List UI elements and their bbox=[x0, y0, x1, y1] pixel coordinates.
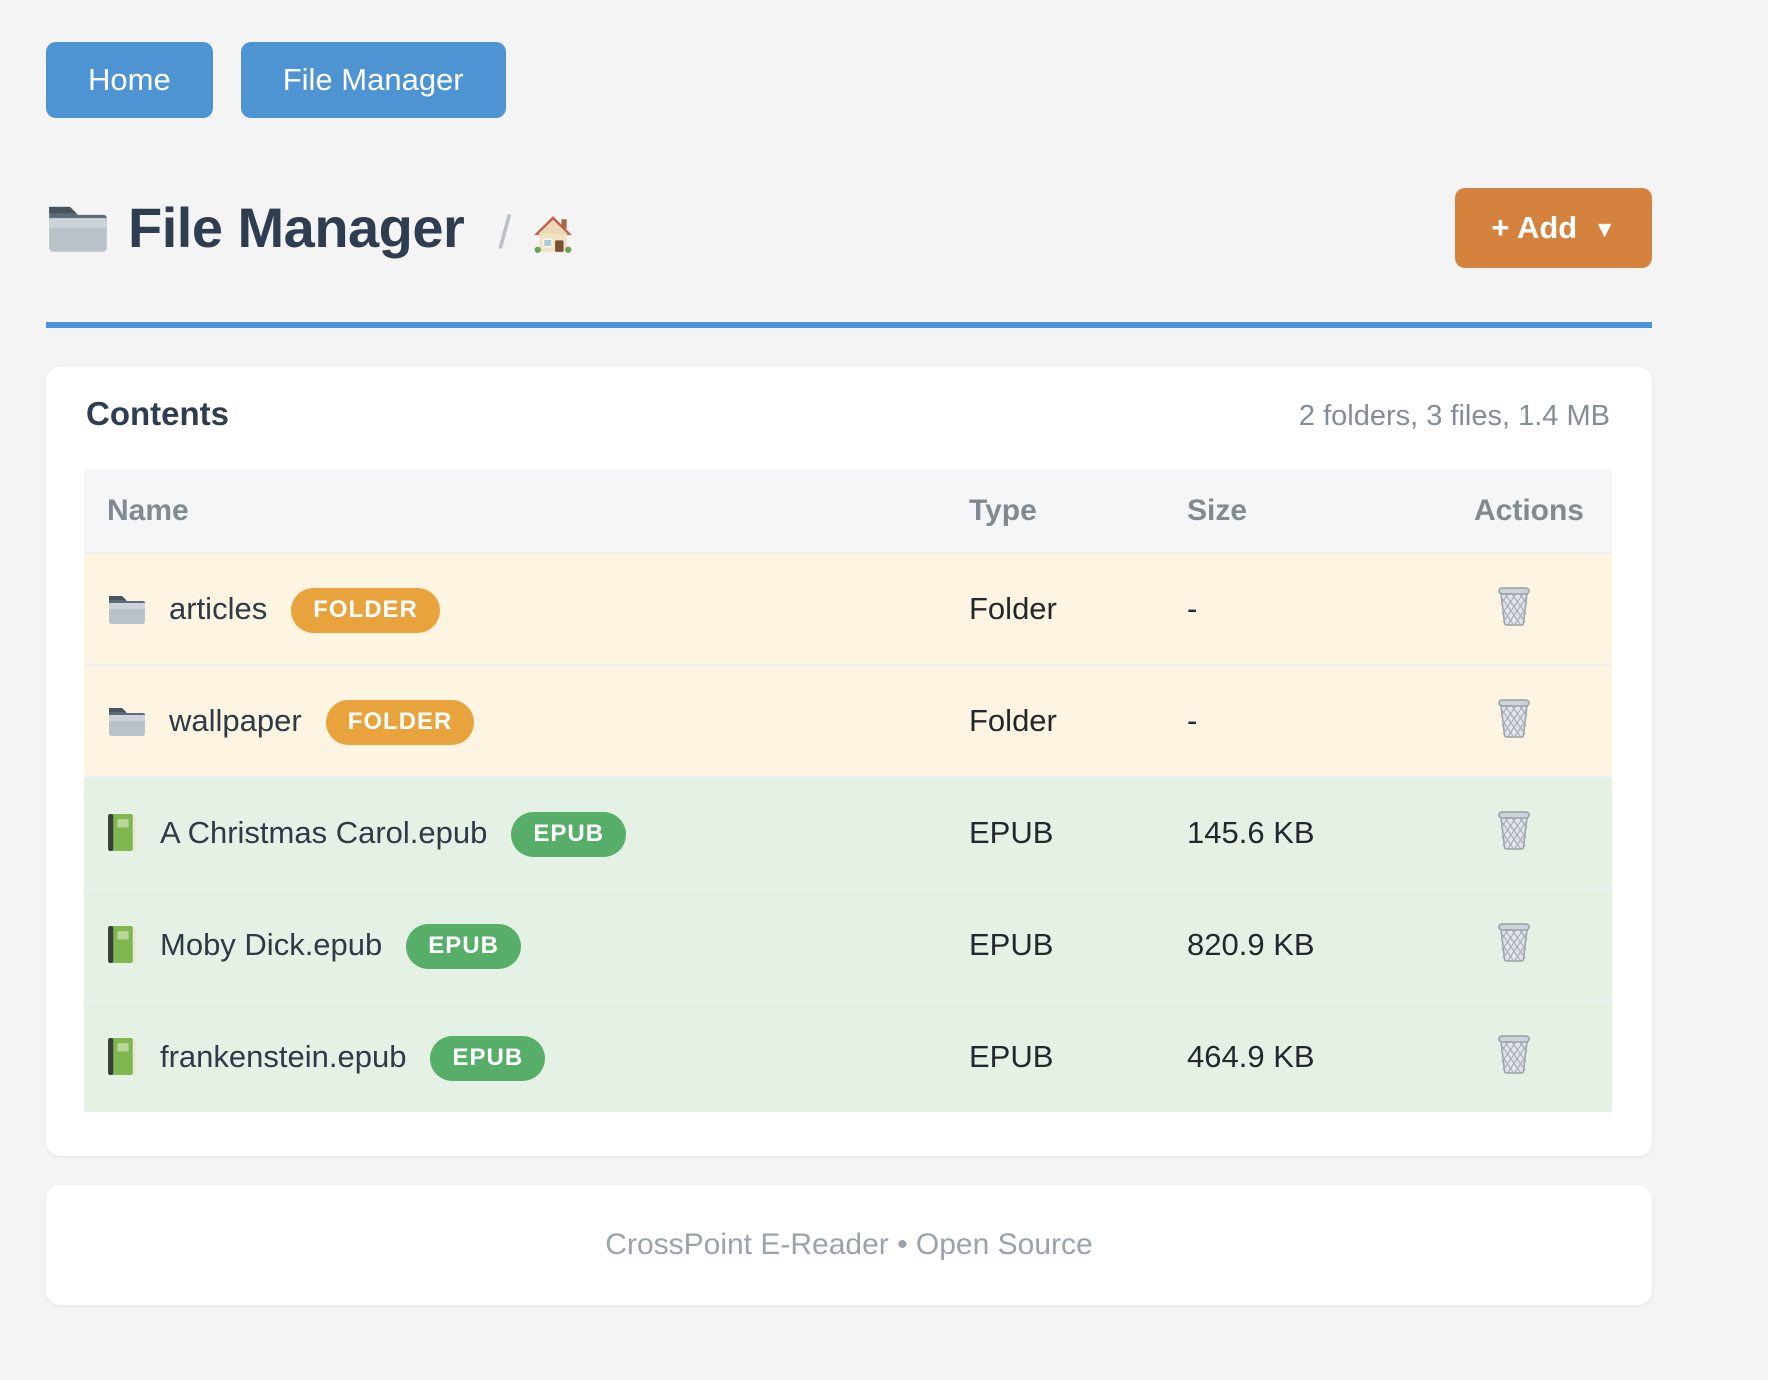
row-name-link[interactable]: wallpaper bbox=[169, 703, 302, 739]
name-cell: articles FOLDER bbox=[84, 587, 969, 632]
actions-cell bbox=[1441, 1032, 1612, 1082]
trash-icon bbox=[1496, 950, 1532, 965]
delete-button[interactable] bbox=[1496, 920, 1532, 962]
add-button-label: + Add bbox=[1491, 210, 1577, 246]
actions-cell bbox=[1441, 584, 1612, 634]
row-name-link[interactable]: frankenstein.epub bbox=[160, 1039, 406, 1075]
delete-button[interactable] bbox=[1496, 584, 1532, 626]
size-cell: - bbox=[1187, 591, 1441, 627]
contents-summary: 2 folders, 3 files, 1.4 MB bbox=[1299, 400, 1610, 433]
size-cell: 820.9 KB bbox=[1187, 927, 1441, 963]
type-cell: EPUB bbox=[969, 1039, 1187, 1075]
name-cell: Moby Dick.epub EPUB bbox=[84, 923, 969, 968]
trash-icon bbox=[1496, 726, 1532, 741]
type-badge: EPUB bbox=[430, 1036, 545, 1081]
nav-home-button[interactable]: Home bbox=[46, 42, 213, 118]
actions-cell bbox=[1441, 696, 1612, 746]
table-row: articles FOLDER Folder - bbox=[84, 552, 1612, 664]
folder-icon bbox=[107, 593, 147, 626]
trash-icon bbox=[1496, 1062, 1532, 1077]
size-cell: - bbox=[1187, 703, 1441, 739]
contents-card: Contents 2 folders, 3 files, 1.4 MB Name… bbox=[46, 367, 1652, 1156]
table-row: wallpaper FOLDER Folder - bbox=[84, 664, 1612, 776]
book-icon bbox=[107, 814, 138, 852]
type-cell: Folder bbox=[969, 591, 1187, 627]
actions-cell bbox=[1441, 920, 1612, 970]
footer-text: CrossPoint E-Reader • Open Source bbox=[605, 1228, 1092, 1262]
column-header-size: Size bbox=[1187, 494, 1441, 528]
actions-cell bbox=[1441, 808, 1612, 858]
nav-file-manager-button[interactable]: File Manager bbox=[241, 42, 506, 118]
row-name-link[interactable]: articles bbox=[169, 591, 267, 627]
name-cell: A Christmas Carol.epub EPUB bbox=[84, 811, 969, 856]
page: Home File Manager File Manager / bbox=[0, 0, 1768, 1305]
type-badge: FOLDER bbox=[326, 700, 475, 745]
row-name-link[interactable]: Moby Dick.epub bbox=[160, 927, 382, 963]
home-icon[interactable] bbox=[533, 215, 573, 253]
book-icon bbox=[107, 1038, 138, 1076]
trash-icon bbox=[1496, 614, 1532, 629]
breadcrumb: / bbox=[498, 201, 573, 255]
column-header-name: Name bbox=[84, 494, 969, 528]
delete-button[interactable] bbox=[1496, 1032, 1532, 1074]
name-cell: frankenstein.epub EPUB bbox=[84, 1035, 969, 1080]
type-cell: EPUB bbox=[969, 927, 1187, 963]
breadcrumb-separator: / bbox=[498, 205, 511, 259]
column-header-actions: Actions bbox=[1441, 494, 1612, 528]
column-header-type: Type bbox=[969, 494, 1187, 528]
table-row: Moby Dick.epub EPUB EPUB 820.9 KB bbox=[84, 888, 1612, 1000]
page-header: File Manager / + A bbox=[46, 188, 1652, 268]
book-icon bbox=[107, 926, 138, 964]
file-table: Name Type Size Actions bbox=[84, 469, 1612, 1112]
footer-card: CrossPoint E-Reader • Open Source bbox=[46, 1185, 1652, 1305]
contents-card-header: Contents 2 folders, 3 files, 1.4 MB bbox=[84, 395, 1612, 433]
folder-icon bbox=[107, 705, 147, 738]
type-cell: Folder bbox=[969, 703, 1187, 739]
type-badge: EPUB bbox=[406, 924, 521, 969]
top-nav: Home File Manager bbox=[46, 42, 1652, 118]
title-group: File Manager / bbox=[46, 200, 573, 256]
delete-button[interactable] bbox=[1496, 808, 1532, 850]
type-badge: EPUB bbox=[511, 812, 626, 857]
type-cell: EPUB bbox=[969, 815, 1187, 851]
type-badge: FOLDER bbox=[291, 588, 440, 633]
table-header-row: Name Type Size Actions bbox=[84, 469, 1612, 552]
trash-icon bbox=[1496, 838, 1532, 853]
add-button[interactable]: + Add ▼ bbox=[1455, 188, 1652, 268]
row-name-link[interactable]: A Christmas Carol.epub bbox=[160, 815, 487, 851]
folder-icon bbox=[46, 202, 110, 255]
page-title: File Manager bbox=[128, 200, 464, 256]
title-divider bbox=[46, 322, 1652, 328]
name-cell: wallpaper FOLDER bbox=[84, 699, 969, 744]
table-row: frankenstein.epub EPUB EPUB 464.9 KB bbox=[84, 1000, 1612, 1112]
size-cell: 145.6 KB bbox=[1187, 815, 1441, 851]
contents-heading: Contents bbox=[86, 395, 229, 433]
size-cell: 464.9 KB bbox=[1187, 1039, 1441, 1075]
delete-button[interactable] bbox=[1496, 696, 1532, 738]
caret-down-icon: ▼ bbox=[1593, 216, 1616, 243]
table-body: articles FOLDER Folder - bbox=[84, 552, 1612, 1112]
table-row: A Christmas Carol.epub EPUB EPUB 145.6 K… bbox=[84, 776, 1612, 888]
